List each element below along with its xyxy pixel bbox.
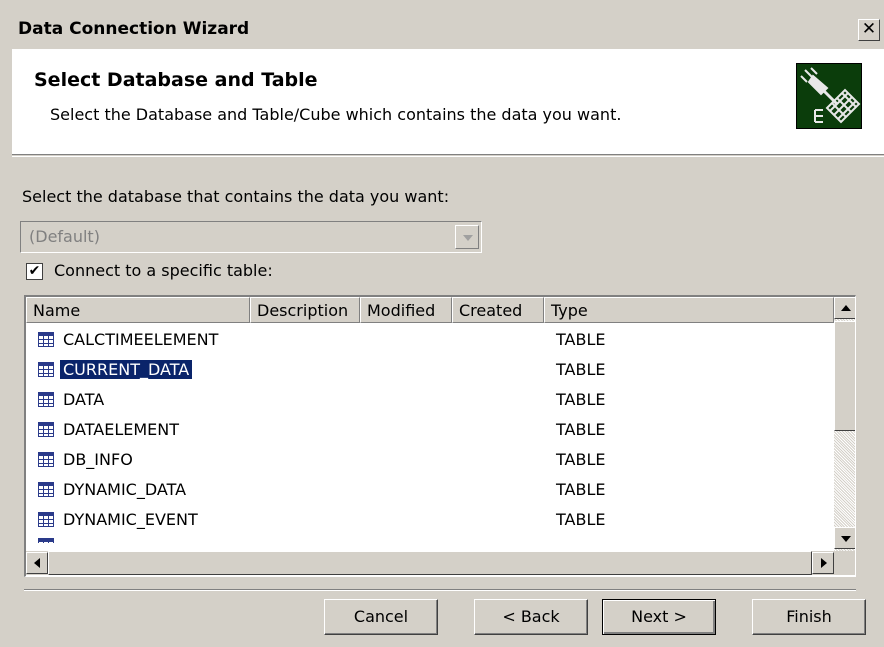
cancel-button[interactable]: Cancel — [324, 599, 438, 635]
table-row-name: DYNAMIC_EVENT — [63, 510, 198, 529]
database-label: Select the database that contains the da… — [22, 187, 450, 206]
column-header-created[interactable]: Created — [452, 297, 544, 323]
table-row-type: TABLE — [556, 360, 606, 379]
next-button[interactable]: Next > — [602, 599, 716, 635]
title-bar: Data Connection Wizard ✕ — [12, 15, 884, 45]
table-row[interactable]: DATAELEMENT TABLE — [26, 415, 834, 445]
table-row-type: TABLE — [556, 480, 606, 499]
table-row-type: TABLE — [556, 390, 606, 409]
next-button-label: Next > — [631, 607, 687, 626]
arrow-right-icon — [821, 558, 827, 568]
table-list-header: Name Description Modified Created Type — [26, 297, 834, 323]
cancel-button-label: Cancel — [353, 607, 409, 626]
table-row[interactable]: DYNAMIC_DATA TABLE — [26, 475, 834, 505]
specific-table-label[interactable]: Connect to a specific table: — [54, 261, 273, 280]
arrow-down-icon — [841, 536, 851, 542]
arrow-left-icon — [34, 558, 40, 568]
table-icon — [38, 512, 54, 527]
table-row[interactable]: DATA TABLE — [26, 385, 834, 415]
scroll-down-button[interactable] — [834, 527, 855, 549]
table-icon — [38, 392, 54, 407]
table-icon — [38, 362, 54, 377]
table-icon — [38, 422, 54, 437]
table-list[interactable]: Name Description Modified Created Type C… — [24, 295, 856, 577]
scroll-left-button[interactable] — [26, 552, 48, 574]
page-subtitle: Select the Database and Table/Cube which… — [50, 105, 622, 124]
scrollbar-corner — [834, 551, 855, 575]
table-row-type: TABLE — [556, 330, 606, 349]
table-list-rows: CALCTIMEELEMENT TABLE CURRENT_DATA TABLE… — [26, 325, 834, 543]
table-row-name: DATA — [63, 390, 105, 409]
window-title: Data Connection Wizard — [18, 19, 250, 39]
database-dropdown-button[interactable] — [455, 225, 479, 249]
close-button[interactable]: ✕ — [858, 19, 880, 41]
table-row-name: DATAELEMENT — [63, 420, 180, 439]
vertical-scrollbar[interactable] — [834, 297, 855, 551]
finish-button[interactable]: Finish — [752, 599, 866, 635]
column-header-modified[interactable]: Modified — [360, 297, 452, 323]
vertical-scroll-thumb[interactable] — [834, 321, 855, 431]
column-header-description[interactable]: Description — [250, 297, 360, 323]
database-select-value: (Default) — [29, 227, 100, 246]
horizontal-scroll-thumb[interactable] — [48, 551, 812, 575]
dialog-window: Data Connection Wizard ✕ Select Database… — [0, 0, 884, 647]
column-header-name[interactable]: Name — [26, 297, 250, 323]
wizard-header: Select Database and Table Select the Dat… — [12, 49, 884, 155]
table-row-type: TABLE — [556, 450, 606, 469]
close-icon: ✕ — [861, 19, 877, 39]
table-row[interactable]: DYNAMIC_EVENT TABLE — [26, 505, 834, 535]
table-row[interactable]: DB_INFO TABLE — [26, 445, 834, 475]
arrow-up-icon — [841, 305, 851, 311]
back-button[interactable]: < Back — [474, 599, 588, 635]
specific-table-checkbox[interactable]: ✔ — [26, 263, 43, 280]
table-row-type: TABLE — [556, 510, 606, 529]
button-separator — [24, 589, 856, 591]
data-connection-plug-icon — [796, 63, 862, 129]
scroll-right-button[interactable] — [812, 552, 834, 574]
table-icon — [38, 482, 54, 497]
table-row[interactable]: CALCTIMEELEMENT TABLE — [26, 325, 834, 355]
horizontal-scrollbar[interactable] — [26, 551, 834, 575]
table-row-name: DYNAMIC_DATA — [63, 480, 187, 499]
back-button-label: < Back — [502, 607, 560, 626]
table-icon — [38, 332, 54, 347]
table-row-name: CURRENT_DATA — [58, 359, 194, 380]
table-row-selected[interactable]: CURRENT_DATA TABLE — [26, 355, 834, 385]
page-title: Select Database and Table — [34, 69, 318, 91]
finish-button-label: Finish — [786, 607, 832, 626]
table-row-name: DB_INFO — [63, 450, 133, 469]
table-row-partial[interactable] — [26, 535, 834, 543]
database-select[interactable]: (Default) — [20, 221, 482, 253]
table-icon — [38, 452, 54, 467]
table-row-name: CALCTIMEELEMENT — [63, 330, 219, 349]
table-row-type: TABLE — [556, 420, 606, 439]
column-header-type[interactable]: Type — [544, 297, 834, 323]
scroll-up-button[interactable] — [834, 297, 855, 319]
table-icon — [38, 538, 54, 543]
chevron-down-icon — [463, 235, 473, 241]
